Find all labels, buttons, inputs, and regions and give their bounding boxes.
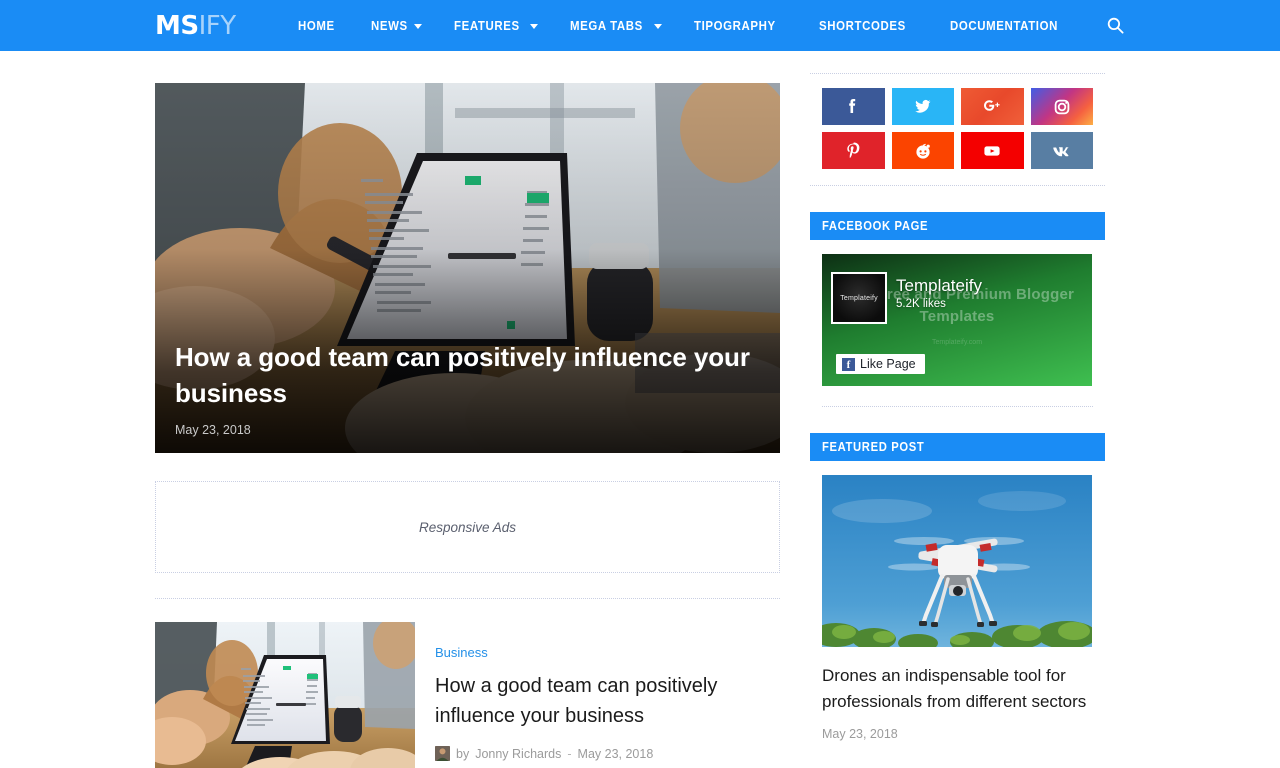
nav-item-label: SHORTCODES (818, 18, 906, 33)
facebook-f-icon: f (842, 357, 855, 371)
social-link-youtube[interactable] (961, 132, 1024, 169)
author-prefix: by (456, 746, 470, 761)
nav-item-documentation[interactable]: DOCUMENTATION (934, 0, 1089, 51)
hero-text-block: How a good team can positively influence… (175, 340, 760, 437)
main-content-column: How a good team can positively influence… (155, 51, 780, 768)
facebook-icon (849, 98, 856, 113)
post-thumbnail-image (155, 622, 415, 768)
post-date: May 23, 2018 (577, 746, 654, 761)
chevron-down-icon (414, 24, 423, 29)
nav-item-home[interactable]: HOME (282, 0, 356, 51)
facebook-page-card[interactable]: Best Free and Premium Blogger Templates … (822, 254, 1092, 386)
post-author[interactable]: Jonny Richards (475, 747, 561, 761)
pinterest-icon (847, 142, 860, 158)
meta-separator: - (567, 746, 572, 761)
drone-photo (822, 475, 1092, 647)
social-link-pinterest[interactable] (822, 132, 885, 169)
facebook-widget-title: FACEBOOK PAGE (822, 219, 929, 233)
hero-post-date: May 23, 2018 (175, 423, 251, 437)
instagram-icon (1054, 99, 1070, 114)
nav-item-label: HOME (297, 18, 335, 33)
nav-item-tipography[interactable]: TIPOGRAPHY (678, 0, 803, 51)
hero-post[interactable]: How a good team can positively influence… (155, 83, 780, 453)
youtube-icon (984, 145, 1000, 156)
nav-item-label: FEATURES (454, 18, 520, 33)
social-link-google-plus[interactable] (961, 88, 1024, 125)
nav-item-mega-tabs[interactable]: MEGA TABS (554, 0, 678, 51)
avatar-image (435, 746, 450, 761)
facebook-page-avatar: Templateify (831, 272, 887, 324)
chevron-down-icon (653, 24, 662, 29)
post-list: Business How a good team can positively … (155, 598, 780, 768)
top-navigation-bar: MS IFY HOME NEWS FEATURES MEGA TABS TIPOGRAPH… (0, 0, 1280, 51)
social-link-instagram[interactable] (1030, 88, 1093, 125)
social-link-facebook[interactable] (822, 88, 885, 125)
facebook-widget-header: FACEBOOK PAGE (810, 212, 1105, 240)
chevron-down-icon (529, 24, 538, 29)
vk-icon (1053, 146, 1069, 156)
featured-post-title[interactable]: Drones an indispensable tool for profess… (822, 663, 1093, 716)
search-icon (1107, 17, 1124, 34)
main-menu: HOME NEWS FEATURES MEGA TABS TIPOGRAPHY SHORT… (282, 0, 1089, 51)
reddit-icon (916, 143, 930, 159)
author-avatar (435, 746, 450, 761)
facebook-like-label: Like Page (860, 357, 916, 371)
featured-post-date: May 23, 2018 (822, 726, 898, 741)
social-link-vk[interactable] (1030, 132, 1093, 169)
facebook-avatar-label: Templateify (840, 294, 878, 302)
post-body: Business How a good team can positively … (435, 622, 780, 768)
facebook-page-name: Templateify (896, 276, 982, 295)
featured-widget-body: Drones an indispensable tool for profess… (810, 461, 1105, 741)
responsive-ads-box: Responsive Ads (155, 481, 780, 573)
nav-item-features[interactable]: FEATURES (438, 0, 554, 51)
nav-item-shortcodes[interactable]: SHORTCODES (803, 0, 934, 51)
sidebar: FACEBOOK PAGE Best Free and Premium Blog… (810, 51, 1105, 741)
post-thumbnail[interactable] (155, 622, 415, 768)
featured-post-image[interactable] (822, 475, 1092, 647)
nav-item-label: NEWS (371, 18, 409, 33)
logo-secondary-text: IFY (198, 10, 237, 41)
social-link-twitter[interactable] (891, 88, 954, 125)
list-item[interactable]: Business How a good team can positively … (155, 622, 780, 768)
facebook-page-likes: 5.2K likes (896, 298, 946, 310)
nav-item-label: MEGA TABS (569, 18, 643, 33)
facebook-like-button[interactable]: f Like Page (836, 354, 925, 374)
site-logo[interactable]: MS IFY (155, 13, 236, 39)
social-link-reddit[interactable] (891, 132, 954, 169)
social-icons-grid (822, 88, 1093, 169)
featured-widget-title: FEATURED POST (822, 440, 925, 454)
facebook-page-widget: FACEBOOK PAGE Best Free and Premium Blog… (810, 212, 1105, 407)
post-category-link[interactable]: Business (435, 645, 488, 660)
social-widget (810, 73, 1105, 186)
widget-divider (822, 406, 1093, 407)
logo-primary-text: MS (155, 10, 199, 41)
page-container: How a good team can positively influence… (0, 51, 1280, 768)
post-title-link[interactable]: How a good team can positively influence… (435, 671, 780, 731)
nav-item-label: DOCUMENTATION (949, 18, 1058, 33)
search-button[interactable] (1106, 0, 1125, 51)
facebook-widget-body: Best Free and Premium Blogger Templates … (810, 240, 1105, 407)
google-plus-icon (984, 99, 1000, 111)
nav-item-label: TIPOGRAPHY (693, 18, 776, 33)
nav-item-news[interactable]: NEWS (355, 0, 438, 51)
twitter-icon (914, 99, 931, 113)
responsive-ads-label: Responsive Ads (418, 519, 517, 535)
featured-post-widget: FEATURED POST Drones an indispensable to… (810, 433, 1105, 741)
post-meta: by Jonny Richards - May 23, 2018 (435, 746, 780, 761)
hero-post-title[interactable]: How a good team can positively influence… (175, 340, 760, 412)
featured-widget-header: FEATURED POST (810, 433, 1105, 461)
facebook-cover-url: Templateify.com (931, 339, 983, 346)
